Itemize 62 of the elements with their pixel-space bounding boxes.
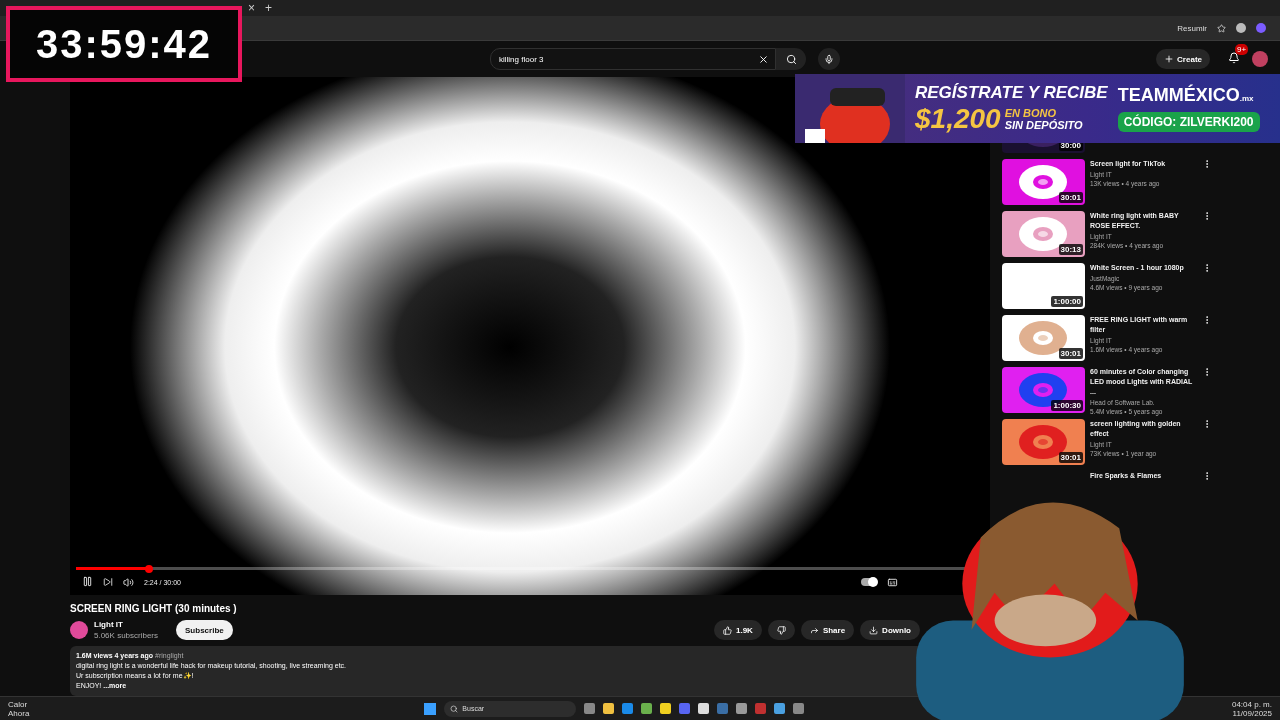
duration-label: 30:01 [1058, 452, 1083, 463]
volume-button[interactable] [123, 576, 134, 588]
clock-date: 11/09/2025 [1232, 708, 1272, 718]
app-icon[interactable] [736, 703, 748, 714]
duration-label: 30:01 [1058, 348, 1083, 359]
next-button[interactable] [103, 577, 113, 587]
share-icon [809, 625, 819, 635]
search-field[interactable]: killing floor 3 [490, 48, 776, 70]
microphone-icon [824, 53, 834, 65]
subscribe-button[interactable]: Subscribe [176, 620, 233, 640]
bell-icon[interactable] [1228, 52, 1240, 64]
channel-avatar[interactable] [70, 621, 88, 639]
search-button[interactable] [776, 48, 806, 70]
microphone-button[interactable] [818, 48, 840, 70]
close-tab-button[interactable]: × [248, 1, 255, 15]
download-button[interactable]: Downlo [860, 620, 920, 640]
profile-avatar[interactable] [1236, 23, 1246, 33]
app-icon[interactable] [774, 703, 786, 714]
brand-suffix: .mx [1239, 94, 1254, 103]
countdown-timer: 33:59:42 [6, 6, 242, 82]
captions-button[interactable] [887, 576, 898, 588]
duration-label: 30:13 [1058, 244, 1083, 255]
share-button[interactable]: Share [800, 620, 855, 640]
autoplay-toggle[interactable] [861, 578, 877, 586]
ad-headline: REGÍSTRATE Y RECIBE [915, 82, 1108, 103]
notification-badge: 9+ [1235, 44, 1249, 55]
app-icon[interactable] [698, 703, 710, 714]
account-avatar[interactable] [1252, 51, 1268, 67]
duration-label: 1:00:00 [1051, 296, 1083, 307]
like-button[interactable]: 1.9K [713, 620, 762, 640]
new-tab-button[interactable]: + [265, 1, 273, 15]
app-icon[interactable] [660, 703, 672, 714]
ad-amount: $1,200 [915, 102, 1001, 135]
subscriber-count: 5.06K subscribers [94, 631, 159, 640]
clock-time: 04:04 p. m. [1231, 699, 1272, 709]
ad-text: SIN DEPÓSITO [1004, 118, 1083, 131]
favorite-icon[interactable] [1217, 23, 1226, 33]
video-title: SCREEN RING LIGHT (30 minutes ) [70, 603, 238, 614]
ad-text: EN BONO [1004, 106, 1057, 119]
create-button[interactable]: Create [1156, 49, 1210, 69]
copilot-icon[interactable] [1256, 23, 1266, 33]
weather-label: Calor [8, 699, 29, 709]
duration-label: 1:00:30 [1051, 400, 1083, 411]
app-icon[interactable] [603, 703, 615, 714]
start-button[interactable] [424, 702, 437, 715]
scrubber-handle[interactable] [144, 564, 153, 573]
search-icon [785, 53, 797, 65]
weather-subtext: Ahora [8, 708, 30, 718]
promo-code: CÓDIGO: ZILVERKI200 [1117, 112, 1260, 132]
clear-icon[interactable] [758, 53, 769, 65]
summarize-button[interactable]: Resumir [1177, 23, 1207, 33]
channel-name[interactable]: Light IT [94, 620, 159, 629]
thumbs-up-icon [722, 625, 732, 635]
thumbs-down-icon [776, 625, 786, 635]
app-icon[interactable] [641, 703, 653, 714]
plus-icon [1164, 54, 1175, 64]
duration-label: 30:01 [1058, 192, 1083, 203]
dislike-button[interactable] [767, 620, 795, 640]
pause-button[interactable] [82, 576, 93, 588]
brand-name: TEAMMÉXICO [1117, 85, 1240, 105]
search-icon [450, 704, 459, 713]
download-icon [869, 625, 879, 635]
